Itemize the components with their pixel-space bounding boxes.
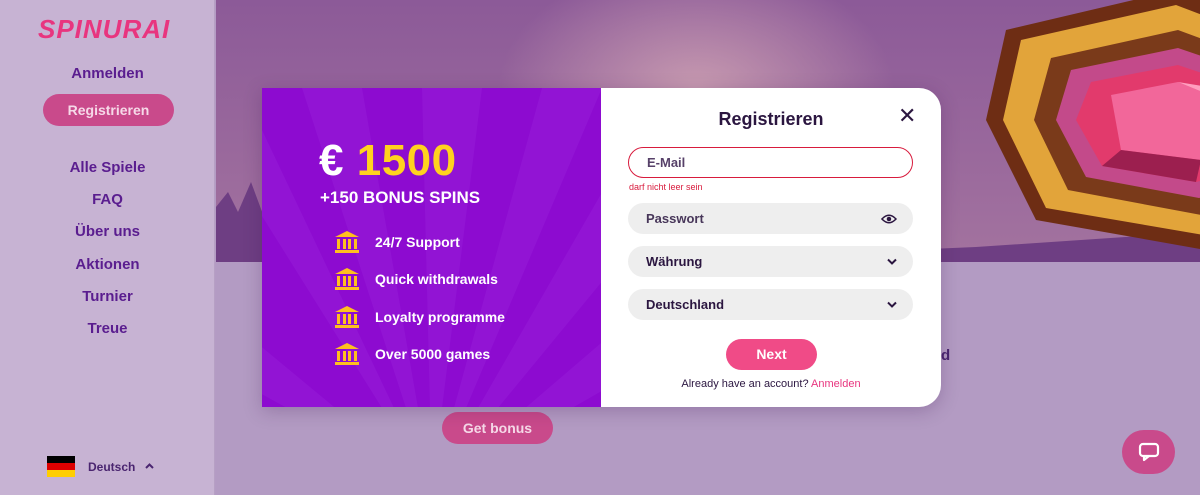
modal-title: Registrieren bbox=[718, 109, 824, 129]
chevron-down-icon bbox=[887, 258, 897, 265]
feature-item: Loyalty programme bbox=[334, 305, 505, 329]
bank-icon bbox=[335, 231, 359, 253]
bonus-spins: +150 BONUS SPINS bbox=[320, 188, 481, 207]
chat-button[interactable] bbox=[1122, 430, 1175, 474]
password-input[interactable] bbox=[646, 211, 882, 226]
german-flag-icon bbox=[47, 456, 75, 477]
bank-icon bbox=[335, 343, 359, 365]
get-bonus-button[interactable]: Get bonus bbox=[442, 412, 553, 444]
eye-icon[interactable] bbox=[881, 213, 897, 225]
login-prompt: Already have an account? Anmelden bbox=[601, 378, 941, 390]
currency-select[interactable]: Währung bbox=[628, 246, 913, 277]
language-label: Deutsch bbox=[88, 459, 136, 474]
feature-label: Over 5000 games bbox=[375, 346, 491, 362]
chat-icon bbox=[1138, 442, 1159, 462]
password-field[interactable] bbox=[628, 203, 913, 234]
sidebar-item-faq[interactable]: FAQ bbox=[0, 191, 215, 208]
next-button[interactable]: Next bbox=[726, 339, 817, 370]
feature-item: Over 5000 games bbox=[334, 342, 490, 366]
sidebar-item-treue[interactable]: Treue bbox=[0, 320, 215, 337]
login-link[interactable]: Anmelden bbox=[811, 378, 861, 390]
bonus-amount: € 1500 bbox=[319, 136, 457, 186]
bonus-promo-panel: € 1500 +150 BONUS SPINS 24/7 Support Qui… bbox=[262, 88, 601, 407]
chevron-up-icon bbox=[145, 460, 155, 472]
bank-icon bbox=[335, 306, 359, 328]
gem-ring-illustration bbox=[986, 0, 1200, 249]
registration-modal: € 1500 +150 BONUS SPINS 24/7 Support Qui… bbox=[262, 88, 941, 407]
sidebar-item-aktionen[interactable]: Aktionen bbox=[0, 256, 215, 273]
registration-form: Registrieren ✕ darf nicht leer sein Währ… bbox=[601, 88, 941, 407]
country-select-value: Deutschland bbox=[646, 297, 725, 312]
feature-label: 24/7 Support bbox=[375, 234, 460, 250]
language-selector[interactable]: Deutsch bbox=[47, 456, 155, 477]
bonus-amount-value: 1500 bbox=[356, 136, 457, 185]
email-input[interactable] bbox=[647, 155, 896, 170]
email-error-message: darf nicht leer sein bbox=[629, 182, 703, 192]
sidebar-login-link[interactable]: Anmelden bbox=[0, 65, 215, 82]
login-prompt-text: Already have an account? bbox=[681, 378, 809, 390]
logo[interactable]: SPINURAI bbox=[38, 14, 170, 45]
sidebar-item-alle-spiele[interactable]: Alle Spiele bbox=[0, 159, 215, 176]
feature-item: Quick withdrawals bbox=[334, 267, 498, 291]
chevron-down-icon bbox=[887, 301, 897, 308]
sidebar: SPINURAI Anmelden Registrieren Alle Spie… bbox=[0, 0, 215, 495]
feature-label: Loyalty programme bbox=[375, 309, 505, 325]
country-select[interactable]: Deutschland bbox=[628, 289, 913, 320]
sidebar-item-turnier[interactable]: Turnier bbox=[0, 288, 215, 305]
close-icon[interactable]: ✕ bbox=[898, 105, 916, 127]
sidebar-item-ueber-uns[interactable]: Über uns bbox=[0, 223, 215, 240]
feature-label: Quick withdrawals bbox=[375, 271, 498, 287]
feature-item: 24/7 Support bbox=[334, 230, 460, 254]
bank-icon bbox=[335, 268, 359, 290]
email-field[interactable] bbox=[628, 147, 913, 178]
sidebar-register-button[interactable]: Registrieren bbox=[43, 94, 174, 126]
background-text-fragment: d bbox=[941, 347, 951, 364]
currency-select-value: Währung bbox=[646, 254, 703, 269]
currency-symbol: € bbox=[319, 136, 344, 185]
